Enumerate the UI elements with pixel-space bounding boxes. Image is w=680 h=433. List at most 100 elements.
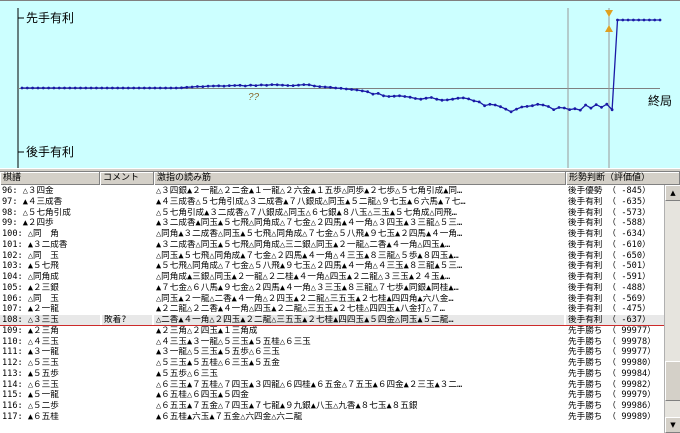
evaluation-point — [626, 18, 630, 22]
eval-cell: 後手有利 （ -588） — [568, 218, 651, 229]
table-row[interactable]: 107: ▲２一龍 ▲２二龍△２二香▲４一角△四玉▲２二龍△三五玉▲２七桂△四四玉… — [0, 304, 664, 315]
eval-cell: 先手勝ち （ 99982） — [568, 379, 656, 390]
move-cell: 115: ▲５一龍 — [2, 390, 59, 401]
evaluation-point — [212, 84, 215, 88]
column-header-eval[interactable]: 形勢判断（評価値） — [566, 172, 680, 185]
sequence-cell: ▲５七飛△同角成△７七金△５八飛▲９七玉△２四馬▲４一角△４三玉▲８三龍▲５三… — [156, 261, 463, 272]
evaluation-point — [164, 86, 168, 90]
evaluation-point — [95, 86, 98, 90]
evaluation-point — [196, 85, 199, 88]
table-row[interactable]: 117: ▲６五桂 ▲６五桂▲六玉▲７五金△六四金△六二龍 先手勝ち （ 99989… — [0, 412, 664, 423]
sequence-cell: ▲６五桂▲六玉▲７五金△六四金△六二龍 — [156, 411, 303, 422]
comment-cell — [102, 272, 152, 283]
comment-cell — [102, 240, 152, 251]
table-row[interactable]: 113: ▲５五歩 ▲５五歩△６三玉 先手勝ち （ 99984） — [0, 369, 664, 380]
move-cell: 105: ▲２三銀 — [2, 282, 59, 293]
sequence-cell: △３四銀▲２一龍△２二金▲１一龍△２六金▲１五歩△同歩▲２七歩△５七角引成▲同… — [156, 186, 463, 196]
evaluation-point — [201, 85, 205, 88]
eval-cell: 後手有利 （ -573） — [568, 207, 651, 218]
table-row[interactable]: 96: △３四金 △３四銀▲２一龍△２二金▲１一龍△２六金▲１五歩△同歩▲２七歩△… — [0, 186, 664, 197]
evaluation-point — [318, 85, 322, 88]
eval-cell: 先手勝ち （ 99984） — [568, 368, 656, 379]
sequence-cell: △４三玉▲３一龍△５三玉▲５五桂△６三玉 — [156, 336, 311, 347]
column-header-moves[interactable]: 棋譜 — [0, 172, 100, 185]
sequence-cell: ▲６五桂△６四玉▲５四金 — [156, 390, 249, 401]
eval-cell: 先手勝ち （ 99978） — [568, 336, 656, 347]
comment-cell — [102, 358, 152, 369]
comment-cell — [102, 294, 152, 305]
column-header-comment[interactable]: コメント — [100, 172, 154, 185]
comment-cell — [102, 283, 152, 294]
evaluation-point — [174, 86, 178, 90]
comment-cell — [102, 380, 152, 391]
scroll-up-icon[interactable]: ▲ — [665, 185, 680, 201]
sequence-cell: ▲３二成香△同玉▲５七飛△同角成△三二銀△同玉▲２一龍△二香▲４一角△四玉▲… — [156, 239, 451, 250]
table-row[interactable]: 98: △５七角引成 △５七角引成▲３二成香△７八銀成△同玉△６七銀▲８八玉△三玉… — [0, 208, 664, 219]
evaluation-point — [36, 86, 40, 90]
evaluation-point — [568, 108, 571, 111]
sequence-cell: △５三玉▲５五桂△６三玉▲５五金 — [156, 358, 280, 368]
evaluation-point — [594, 103, 598, 106]
evaluation-point — [499, 105, 502, 109]
evaluation-point — [467, 97, 470, 101]
evaluation-point — [190, 85, 194, 89]
table-row[interactable]: 102: △同 玉 △同玉▲５七飛△同角成▲７七金△２四馬▲４一角△４三玉▲８三龍… — [0, 251, 664, 262]
eval-cell: 後手有利 （ -610） — [568, 239, 651, 250]
comment-cell — [102, 218, 152, 229]
table-row[interactable]: 109: ▲２三角 ▲２三角△２四玉▲１三角成 先手勝ち （ 99977） — [0, 326, 664, 337]
evaluation-point — [445, 98, 449, 102]
table-row[interactable]: 104: △同角成 △同角成▲三銀△同玉▲２一龍△２二桂▲４一角△四玉▲２二龍△３… — [0, 272, 664, 283]
table-row[interactable]: 110: △４三玉 △４三玉▲３一龍△５三玉▲５五桂△６三玉 先手勝ち （ 9997… — [0, 337, 664, 348]
evaluation-point — [116, 86, 120, 90]
eval-cell: 後手有利 （ -569） — [568, 293, 651, 304]
table-row[interactable]: 114: △６三玉 △６三玉▲７五桂△７四玉▲３四龍△６四桂▲６五金△７五玉▲６四… — [0, 380, 664, 391]
evaluation-graph-svg[interactable]: 先手有利 後手有利 終局 ?? — [0, 0, 680, 168]
table-row[interactable]: 112: △５三玉 △５三玉▲５五桂△６三玉▲５五金 先手勝ち （ 99980） — [0, 358, 664, 369]
table-row[interactable]: 101: ▲３二成香 ▲３二成香△同玉▲５七飛△同角成△三二銀△同玉▲２一龍△二香… — [0, 240, 664, 251]
evaluation-point — [621, 18, 625, 22]
evaluation-point — [20, 86, 24, 90]
evaluation-point — [414, 97, 417, 100]
evaluation-point — [275, 83, 279, 87]
table-row[interactable]: 116: △５二歩 △６五玉▲７五金△７四玉▲７七龍▲９九銀▲八玉△九香▲８七玉▲… — [0, 401, 664, 412]
eval-cell: 後手有利 （ -501） — [568, 261, 651, 272]
move-list-table[interactable]: 棋譜 コメント 激指の読み筋 形勢判断（評価値） 96: △３四金 △３四銀▲２一… — [0, 172, 680, 433]
eval-cell: 後手有利 （ -635） — [568, 196, 651, 207]
table-row[interactable]: 115: ▲５一龍 ▲６五桂△６四玉▲５四金 先手勝ち （ 99979） — [0, 390, 664, 401]
vertical-scrollbar[interactable]: ▲ ▼ — [664, 185, 680, 433]
scroll-thumb[interactable] — [665, 361, 680, 401]
evaluation-point — [477, 100, 481, 104]
table-row[interactable]: 97: ▲４三成香 ▲４三成香△５七角引成△３二成香▲７八銀成△同玉▲５二龍△９七… — [0, 197, 664, 208]
evaluation-point — [557, 106, 561, 109]
evaluation-point — [52, 86, 56, 90]
evaluation-point — [68, 86, 72, 90]
evaluation-point — [552, 108, 556, 111]
evaluation-point — [153, 86, 157, 90]
move-cell: 96: △３四金 — [2, 186, 54, 196]
eval-cell: 先手勝ち （ 99979） — [568, 390, 656, 401]
sequence-cell: ▲３二成香▲同玉▲５七飛△同角成△７七金△２四馬▲４一角△３四玉▲３三龍△５三… — [156, 218, 463, 229]
evaluation-point — [323, 85, 327, 89]
sequence-cell: △同玉▲５七飛△同角成▲７七金△２四馬▲４一角△４三玉▲８三龍△５歩▲８四玉▲… — [156, 250, 459, 261]
evaluation-point — [658, 18, 662, 22]
move-cell: 98: △５七角引成 — [2, 207, 71, 218]
eval-cell: 先手勝ち （ 99986） — [568, 401, 656, 411]
evaluation-point — [419, 97, 423, 101]
evaluation-graph[interactable]: 先手有利 後手有利 終局 ?? — [0, 0, 680, 168]
scroll-down-icon[interactable]: ▼ — [665, 417, 680, 433]
table-row[interactable]: 106: △同 玉 △同玉▲２一龍△二香▲４一角△２四玉▲２二龍△三五玉▲２七桂▲… — [0, 294, 664, 305]
sequence-cell: △同角成▲三銀△同玉▲２一龍△２二桂▲４一角△四玉▲２二龍△３三玉▲２４玉▲… — [156, 272, 451, 282]
eval-cell: 後手有利 （ -650） — [568, 250, 651, 261]
table-row[interactable]: 100: △同 角 △同角▲３二成香△同玉▲５七飛△同角成△７七金△５八飛▲９七玉… — [0, 229, 664, 240]
table-row[interactable]: 111: ▲３一龍 ▲３一龍△５三玉▲５五歩△６三玉 先手勝ち （ 99977） — [0, 347, 664, 358]
evaluation-point — [302, 83, 306, 86]
eval-cell: 後手優勢 （ -845） — [568, 186, 651, 196]
evaluation-point — [509, 110, 513, 114]
evaluation-point — [334, 86, 338, 90]
table-row[interactable]: 103: ▲５七飛 ▲５七飛△同角成△７七金△５八飛▲９七玉△２四馬▲４一角△４三… — [0, 261, 664, 272]
table-row[interactable]: 99: ▲２四歩 ▲３二成香▲同玉▲５七飛△同角成△７七金△２四馬▲４一角△３四玉… — [0, 218, 664, 229]
table-row[interactable]: 105: ▲２三銀 ▲７七金△６八馬▲９七金△２四馬▲４一角△３三玉▲８三龍△７七… — [0, 283, 664, 294]
evaluation-point — [547, 105, 550, 108]
column-header-sequence[interactable]: 激指の読み筋 — [154, 172, 566, 185]
evaluation-point — [142, 86, 146, 90]
